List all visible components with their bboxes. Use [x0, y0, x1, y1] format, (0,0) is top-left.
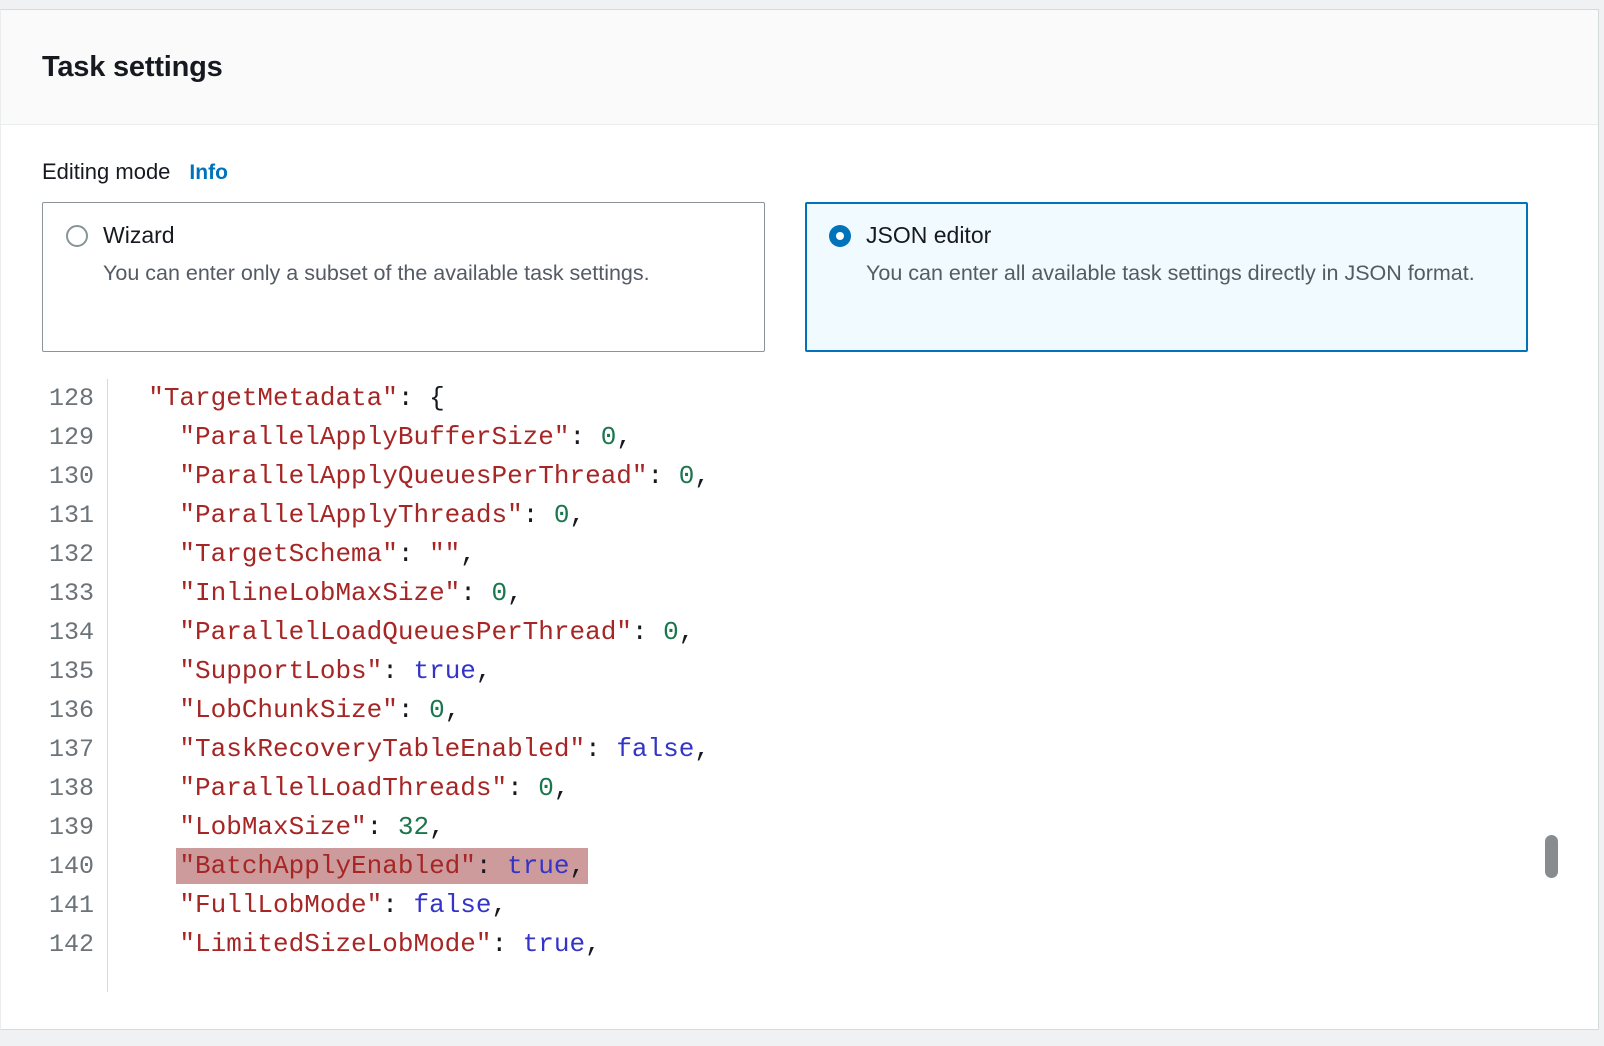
code-line-128[interactable]: "TargetMetadata": {	[117, 379, 1598, 418]
code-editor[interactable]: 1281291301311321331341351361371381391401…	[1, 379, 1598, 992]
tile-json-editor-description: You can enter all available task setting…	[866, 258, 1496, 289]
editing-mode-row: Editing mode Info	[42, 159, 1557, 185]
scrollbar-thumb[interactable]	[1545, 835, 1558, 878]
line-number-136: 136	[1, 691, 107, 730]
editing-mode-tiles: Wizard You can enter only a subset of th…	[42, 202, 1557, 352]
code-line-141[interactable]: "FullLobMode": false,	[117, 886, 1598, 925]
line-number-130: 130	[1, 457, 107, 496]
line-number-138: 138	[1, 769, 107, 808]
info-link[interactable]: Info	[189, 161, 227, 185]
code-line-133[interactable]: "InlineLobMaxSize": 0,	[117, 574, 1598, 613]
code-line-140[interactable]: "BatchApplyEnabled": true,	[117, 847, 1598, 886]
line-number-137: 137	[1, 730, 107, 769]
code-line-135[interactable]: "SupportLobs": true,	[117, 652, 1598, 691]
line-number-132: 132	[1, 535, 107, 574]
line-number-134: 134	[1, 613, 107, 652]
line-number-141: 141	[1, 886, 107, 925]
code-line-137[interactable]: "TaskRecoveryTableEnabled": false,	[117, 730, 1598, 769]
page-title: Task settings	[42, 51, 223, 84]
tile-json-editor[interactable]: JSON editor You can enter all available …	[805, 202, 1528, 352]
line-number-135: 135	[1, 652, 107, 691]
code-line-142[interactable]: "LimitedSizeLobMode": true,	[117, 925, 1598, 964]
tile-json-editor-head: JSON editor	[829, 222, 1504, 249]
line-number-133: 133	[1, 574, 107, 613]
editor-gutter: 1281291301311321331341351361371381391401…	[1, 379, 108, 992]
code-line-139[interactable]: "LobMaxSize": 32,	[117, 808, 1598, 847]
line-number-131: 131	[1, 496, 107, 535]
tile-json-editor-label: JSON editor	[866, 222, 991, 249]
wizard-radio-button[interactable]	[66, 225, 88, 247]
code-line-136[interactable]: "LobChunkSize": 0,	[117, 691, 1598, 730]
line-number-142: 142	[1, 925, 107, 964]
code-line-131[interactable]: "ParallelApplyThreads": 0,	[117, 496, 1598, 535]
editing-mode-label: Editing mode	[42, 159, 170, 185]
code-line-138[interactable]: "ParallelLoadThreads": 0,	[117, 769, 1598, 808]
code-line-130[interactable]: "ParallelApplyQueuesPerThread": 0,	[117, 457, 1598, 496]
panel-body: Editing mode Info Wizard You can enter o…	[1, 125, 1598, 352]
code-line-129[interactable]: "ParallelApplyBufferSize": 0,	[117, 418, 1598, 457]
tile-wizard-label: Wizard	[103, 222, 175, 249]
code-line-134[interactable]: "ParallelLoadQueuesPerThread": 0,	[117, 613, 1598, 652]
panel-header: Task settings	[1, 10, 1598, 125]
line-number-140: 140	[1, 847, 107, 886]
json-editor-radio-button[interactable]	[829, 225, 851, 247]
line-number-139: 139	[1, 808, 107, 847]
tile-wizard[interactable]: Wizard You can enter only a subset of th…	[42, 202, 765, 352]
task-settings-panel: Task settings Editing mode Info Wizard Y…	[0, 9, 1599, 1030]
editor-code[interactable]: "TargetMetadata": { "ParallelApplyBuffer…	[108, 379, 1598, 992]
line-number-128: 128	[1, 379, 107, 418]
tile-wizard-head: Wizard	[66, 222, 741, 249]
code-line-132[interactable]: "TargetSchema": "",	[117, 535, 1598, 574]
highlighted-code[interactable]: "BatchApplyEnabled": true,	[179, 851, 585, 881]
tile-wizard-description: You can enter only a subset of the avail…	[103, 258, 733, 289]
line-number-129: 129	[1, 418, 107, 457]
